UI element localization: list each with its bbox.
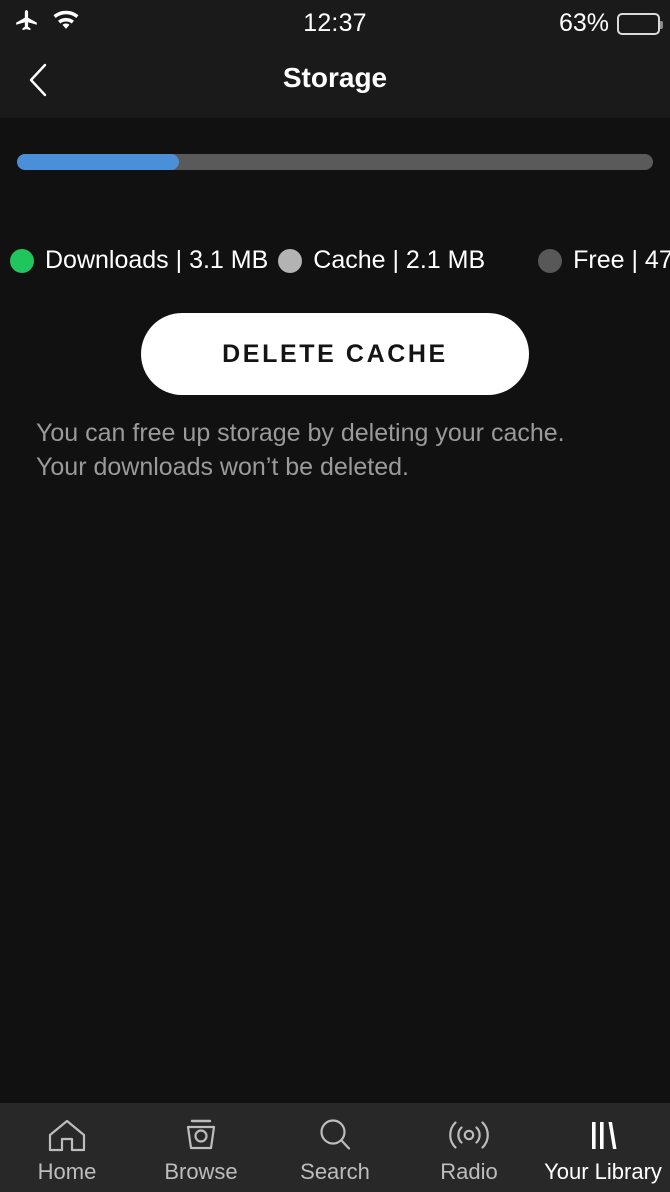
legend-downloads: Downloads | 3.1 MB	[10, 246, 268, 275]
search-icon	[314, 1115, 356, 1155]
tab-radio[interactable]: Radio	[402, 1103, 536, 1192]
tab-label-browse: Browse	[164, 1158, 238, 1184]
tab-label-home: Home	[37, 1158, 97, 1184]
library-icon	[582, 1115, 624, 1155]
tab-your-library[interactable]: Your Library	[536, 1103, 670, 1192]
legend-label-free: Free | 47.71 GB	[573, 246, 670, 274]
storage-description: You can free up storage by deleting your…	[36, 419, 565, 481]
legend-label-cache: Cache | 2.1 MB	[313, 246, 486, 274]
home-icon	[46, 1115, 88, 1155]
tab-label-search: Search	[300, 1158, 370, 1184]
legend-free: Free | 47.71 GB	[538, 246, 670, 275]
tab-search[interactable]: Search	[268, 1103, 402, 1192]
navigation-bar: Storage	[0, 46, 670, 118]
legend-dot-cache	[278, 248, 303, 273]
storage-usage-bar	[17, 154, 653, 170]
storage-legend: Downloads | 3.1 MB Cache | 2.1 MB Free |…	[10, 246, 670, 275]
radio-icon	[446, 1115, 492, 1155]
tab-label-radio: Radio	[440, 1158, 498, 1184]
tab-label-your-library: Your Library	[544, 1158, 662, 1184]
legend-dot-downloads	[10, 248, 34, 273]
status-bar: 12:37 63%	[0, 0, 670, 46]
status-bar-right: 63%	[558, 9, 663, 38]
page-title: Storage	[282, 62, 388, 93]
app-screen: 12:37 63% Storage Downloads | 3.1 MB Cac…	[0, 0, 670, 1192]
storage-usage-bar-fill	[17, 154, 180, 170]
legend-cache: Cache | 2.1 MB	[278, 246, 485, 275]
tab-bar: Home Browse Search Radio Your Library	[0, 1103, 670, 1192]
main-content: Downloads | 3.1 MB Cache | 2.1 MB Free |…	[0, 118, 670, 1103]
browse-icon	[180, 1115, 222, 1155]
battery-icon	[617, 12, 663, 35]
legend-label-downloads: Downloads | 3.1 MB	[45, 246, 269, 274]
legend-dot-free	[538, 248, 563, 273]
tab-home[interactable]: Home	[0, 1103, 134, 1192]
tab-browse[interactable]: Browse	[134, 1103, 268, 1192]
battery-percent-label: 63%	[558, 9, 609, 37]
delete-cache-button[interactable]: DELETE CACHE	[141, 313, 529, 395]
